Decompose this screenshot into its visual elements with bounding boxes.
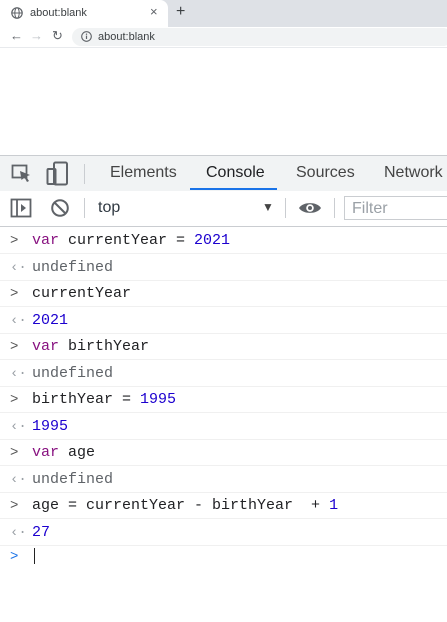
eye-icon[interactable]: [298, 200, 322, 216]
code-token: currentYear =: [59, 232, 195, 249]
reload-button[interactable]: ↻: [52, 28, 63, 44]
result-arrow-icon: ‹·: [10, 365, 27, 382]
console-code: var currentYear = 2021: [32, 228, 230, 254]
console-input-line: > age = currentYear - birthYear + 1: [0, 493, 447, 519]
result-value: undefined: [32, 258, 114, 276]
chevron-down-icon[interactable]: ▼: [262, 200, 274, 214]
close-tab-icon[interactable]: ×: [150, 4, 158, 19]
result-arrow-icon: ‹·: [10, 418, 27, 435]
input-chevron-icon: >: [10, 392, 19, 408]
console-code: 2021: [32, 308, 68, 334]
keyword-token: var: [32, 444, 60, 461]
number-token: 1995: [140, 391, 177, 408]
tab-title: about:blank: [30, 7, 87, 19]
inspect-element-icon[interactable]: [11, 164, 33, 184]
console-input-line: > birthYear = 1995: [0, 387, 447, 413]
console-result-line: ‹· undefined: [0, 255, 447, 281]
console-code: 27: [32, 520, 50, 546]
console-input-line: > currentYear: [0, 281, 447, 307]
console-input[interactable]: [32, 544, 35, 570]
device-toolbar-icon[interactable]: [46, 161, 70, 186]
tab-strip: about:blank × +: [0, 0, 447, 27]
info-icon[interactable]: [81, 31, 92, 42]
new-tab-button[interactable]: +: [176, 3, 185, 21]
keyword-token: var: [32, 338, 60, 355]
input-chevron-icon: >: [10, 339, 19, 355]
result-value: undefined: [32, 470, 114, 488]
number-token: 2021: [194, 232, 231, 249]
code-token: birthYear: [59, 338, 150, 355]
back-button[interactable]: ←: [10, 28, 23, 43]
console-code: age = currentYear - birthYear + 1: [32, 493, 338, 519]
code-token: age = currentYear - birthYear +: [32, 497, 330, 514]
result-value: undefined: [32, 364, 114, 382]
devtools-tabbar: Elements Console Sources Network: [0, 155, 447, 192]
number-token: 1995: [32, 417, 69, 435]
console-result-line: ‹· undefined: [0, 467, 447, 493]
filter-field[interactable]: [344, 196, 447, 220]
tab-elements[interactable]: Elements: [110, 164, 177, 182]
number-token: 27: [32, 523, 51, 541]
code-token: currentYear: [32, 285, 132, 302]
number-token: 2021: [32, 311, 69, 329]
text-caret: [34, 548, 35, 565]
console-toolbar: top ▼: [0, 191, 447, 227]
number-token: 1: [329, 497, 339, 514]
show-sidebar-icon[interactable]: [10, 198, 32, 218]
console-input-line: > var birthYear: [0, 334, 447, 360]
prompt-chevron-icon: >: [10, 549, 19, 565]
tab-network[interactable]: Network: [384, 164, 443, 182]
input-chevron-icon: >: [10, 445, 19, 461]
console-code: undefined: [32, 467, 113, 493]
address-bar[interactable]: about:blank: [72, 28, 447, 46]
console-input-line: > var age: [0, 440, 447, 466]
forward-button[interactable]: →: [30, 28, 43, 43]
input-chevron-icon: >: [10, 498, 19, 514]
input-chevron-icon: >: [10, 233, 19, 249]
browser-tab[interactable]: about:blank ×: [0, 0, 168, 27]
globe-icon: [11, 7, 23, 19]
console-code: undefined: [32, 361, 113, 387]
console-result-line: ‹· 1995: [0, 414, 447, 440]
console-code: var age: [32, 440, 95, 466]
filter-input[interactable]: [350, 198, 447, 220]
result-arrow-icon: ‹·: [10, 524, 27, 541]
console-result-line: ‹· 27: [0, 520, 447, 546]
input-chevron-icon: >: [10, 286, 19, 302]
result-arrow-icon: ‹·: [10, 259, 27, 276]
keyword-token: var: [32, 232, 60, 249]
console-code: birthYear = 1995: [32, 387, 176, 413]
page-viewport: [0, 47, 447, 156]
result-arrow-icon: ‹·: [10, 471, 27, 488]
console-code: currentYear: [32, 281, 131, 307]
console-input-line: > var currentYear = 2021: [0, 228, 447, 254]
result-arrow-icon: ‹·: [10, 312, 27, 329]
clear-console-icon[interactable]: [50, 198, 70, 218]
toolbar-divider: [334, 198, 335, 218]
code-token: age: [59, 444, 96, 461]
console-code: 1995: [32, 414, 68, 440]
console-result-line: ‹· undefined: [0, 361, 447, 387]
toolbar-divider: [285, 198, 286, 218]
code-token: birthYear =: [32, 391, 141, 408]
console-code: var birthYear: [32, 334, 149, 360]
context-selector[interactable]: top: [98, 199, 120, 217]
console-result-line: ‹· 2021: [0, 308, 447, 334]
tab-console[interactable]: Console: [206, 164, 265, 182]
console-prompt-line[interactable]: >: [0, 544, 447, 570]
toolbar-divider: [84, 198, 85, 218]
tab-sources[interactable]: Sources: [296, 164, 355, 182]
active-tab-indicator: [190, 188, 277, 190]
address-text: about:blank: [98, 31, 155, 43]
console-code: undefined: [32, 255, 113, 281]
toolbar-divider: [84, 164, 85, 184]
